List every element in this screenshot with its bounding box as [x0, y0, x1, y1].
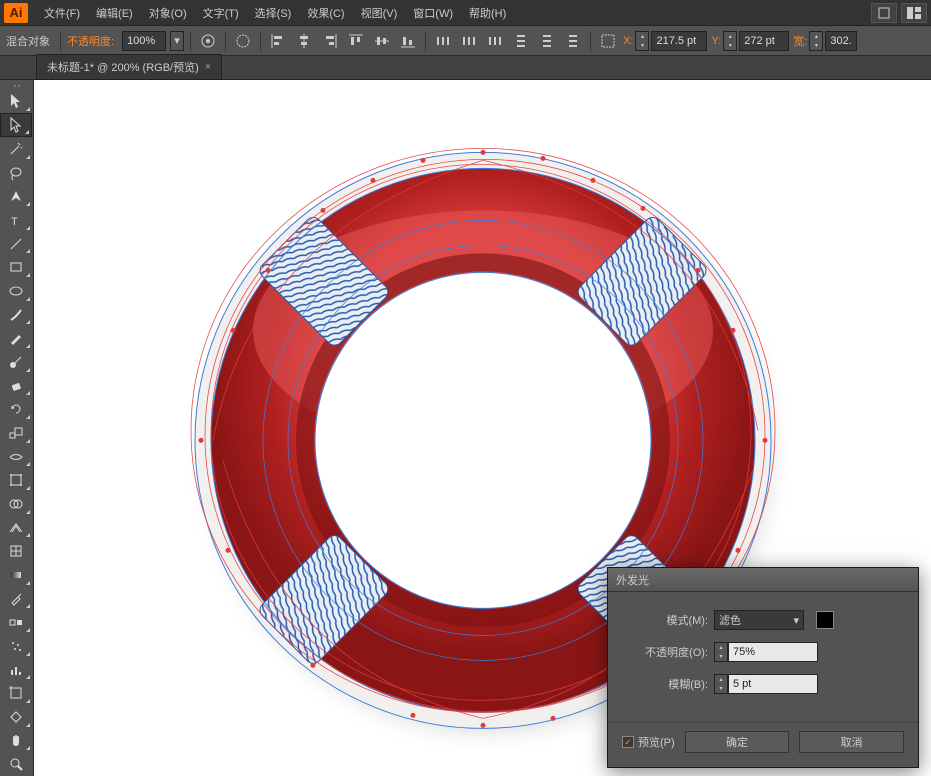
column-graph-tool[interactable] [0, 658, 32, 682]
align-vcenter-icon[interactable] [371, 30, 393, 52]
dialog-title[interactable]: 外发光 [608, 568, 918, 592]
preview-checkbox[interactable]: ✓ 预览(P) [622, 734, 675, 750]
opacity-dropdown[interactable]: ▾ [170, 31, 184, 51]
opacity-label: 不透明度: [67, 33, 114, 49]
paintbrush-tool[interactable] [0, 303, 32, 327]
mode-select[interactable]: 滤色▾ [714, 610, 804, 630]
x-input[interactable] [651, 31, 707, 51]
menu-window[interactable]: 窗口(W) [405, 1, 461, 25]
w-stepper[interactable]: ▴▾ [809, 31, 823, 51]
blur-label: 模糊(B): [622, 676, 708, 692]
y-label: Y: [711, 35, 721, 47]
y-stepper[interactable]: ▴▾ [723, 31, 737, 51]
mesh-tool[interactable] [0, 539, 32, 563]
toolbox: T [0, 80, 34, 776]
dlg-opacity-label: 不透明度(O): [622, 644, 708, 660]
align-hcenter-icon[interactable] [293, 30, 315, 52]
menu-view[interactable]: 视图(V) [353, 1, 406, 25]
rotate-tool[interactable] [0, 397, 32, 421]
align-right-icon[interactable] [319, 30, 341, 52]
blend-label: 混合对象 [6, 33, 50, 49]
menu-type[interactable]: 文字(T) [195, 1, 247, 25]
artboard-tool[interactable] [0, 681, 32, 705]
dist-v1-icon[interactable] [510, 30, 532, 52]
document-tab[interactable]: 未标题-1* @ 200% (RGB/预览) × [36, 54, 222, 79]
w-input[interactable] [825, 31, 857, 51]
menu-select[interactable]: 选择(S) [247, 1, 300, 25]
pencil-tool[interactable] [0, 326, 32, 350]
opacity-stepper[interactable]: ▴▾ [714, 642, 728, 662]
transform-icon[interactable] [597, 30, 619, 52]
direct-selection-tool[interactable] [0, 113, 32, 137]
align-left-icon[interactable] [267, 30, 289, 52]
x-stepper[interactable]: ▴▾ [635, 31, 649, 51]
pen-tool[interactable] [0, 184, 32, 208]
blur-input[interactable] [728, 674, 818, 694]
rectangle-tool[interactable] [0, 255, 32, 279]
lasso-tool[interactable] [0, 161, 32, 185]
dist-h3-icon[interactable] [484, 30, 506, 52]
scale-tool[interactable] [0, 421, 32, 445]
magic-wand-tool[interactable] [0, 137, 32, 161]
menu-object[interactable]: 对象(O) [141, 1, 195, 25]
type-tool[interactable]: T [0, 208, 32, 232]
line-tool[interactable] [0, 232, 32, 256]
svg-text:T: T [11, 216, 18, 228]
menu-effect[interactable]: 效果(C) [299, 1, 352, 25]
mode-label: 模式(M): [622, 612, 708, 628]
blend-tool[interactable] [0, 610, 32, 634]
ok-button[interactable]: 确定 [685, 731, 790, 753]
style-icon[interactable] [197, 30, 219, 52]
perspective-grid-tool[interactable] [0, 516, 32, 540]
align-top-icon[interactable] [345, 30, 367, 52]
color-swatch[interactable] [816, 611, 834, 629]
zoom-tool[interactable] [0, 752, 32, 776]
x-label: X: [623, 35, 633, 47]
opacity-input[interactable] [122, 31, 166, 51]
y-input[interactable] [739, 31, 789, 51]
blur-stepper[interactable]: ▴▾ [714, 674, 728, 694]
dist-h2-icon[interactable] [458, 30, 480, 52]
selection-tool[interactable] [0, 90, 32, 114]
hand-tool[interactable] [0, 729, 32, 753]
gradient-tool[interactable] [0, 563, 32, 587]
slice-tool[interactable] [0, 705, 32, 729]
align-bottom-icon[interactable] [397, 30, 419, 52]
preview-label: 预览(P) [638, 734, 675, 750]
w-label: 宽: [793, 33, 807, 49]
check-icon: ✓ [622, 736, 634, 748]
recolor-icon[interactable] [232, 30, 254, 52]
cancel-button[interactable]: 取消 [799, 731, 904, 753]
outer-glow-dialog: 外发光 模式(M): 滤色▾ 不透明度(O): ▴▾ 模糊(B): ▴▾ ✓ [607, 567, 919, 768]
free-transform-tool[interactable] [0, 468, 32, 492]
arrange-icon[interactable] [901, 3, 927, 23]
close-tab-icon[interactable]: × [205, 61, 211, 73]
tab-title: 未标题-1* @ 200% (RGB/预览) [47, 59, 199, 75]
shape-builder-tool[interactable] [0, 492, 32, 516]
bridge-icon[interactable] [871, 3, 897, 23]
eraser-tool[interactable] [0, 374, 32, 398]
dist-v3-icon[interactable] [562, 30, 584, 52]
dist-h1-icon[interactable] [432, 30, 454, 52]
ellipse-tool[interactable] [0, 279, 32, 303]
menu-file[interactable]: 文件(F) [36, 1, 88, 25]
app-logo: Ai [4, 3, 28, 23]
symbol-sprayer-tool[interactable] [0, 634, 32, 658]
blob-brush-tool[interactable] [0, 350, 32, 374]
mode-value: 滤色 [719, 612, 741, 628]
toolbox-handle[interactable] [0, 82, 33, 90]
eyedropper-tool[interactable] [0, 587, 32, 611]
dlg-opacity-input[interactable] [728, 642, 818, 662]
menu-edit[interactable]: 编辑(E) [88, 1, 141, 25]
menu-help[interactable]: 帮助(H) [461, 1, 514, 25]
dist-v2-icon[interactable] [536, 30, 558, 52]
width-tool[interactable] [0, 445, 32, 469]
